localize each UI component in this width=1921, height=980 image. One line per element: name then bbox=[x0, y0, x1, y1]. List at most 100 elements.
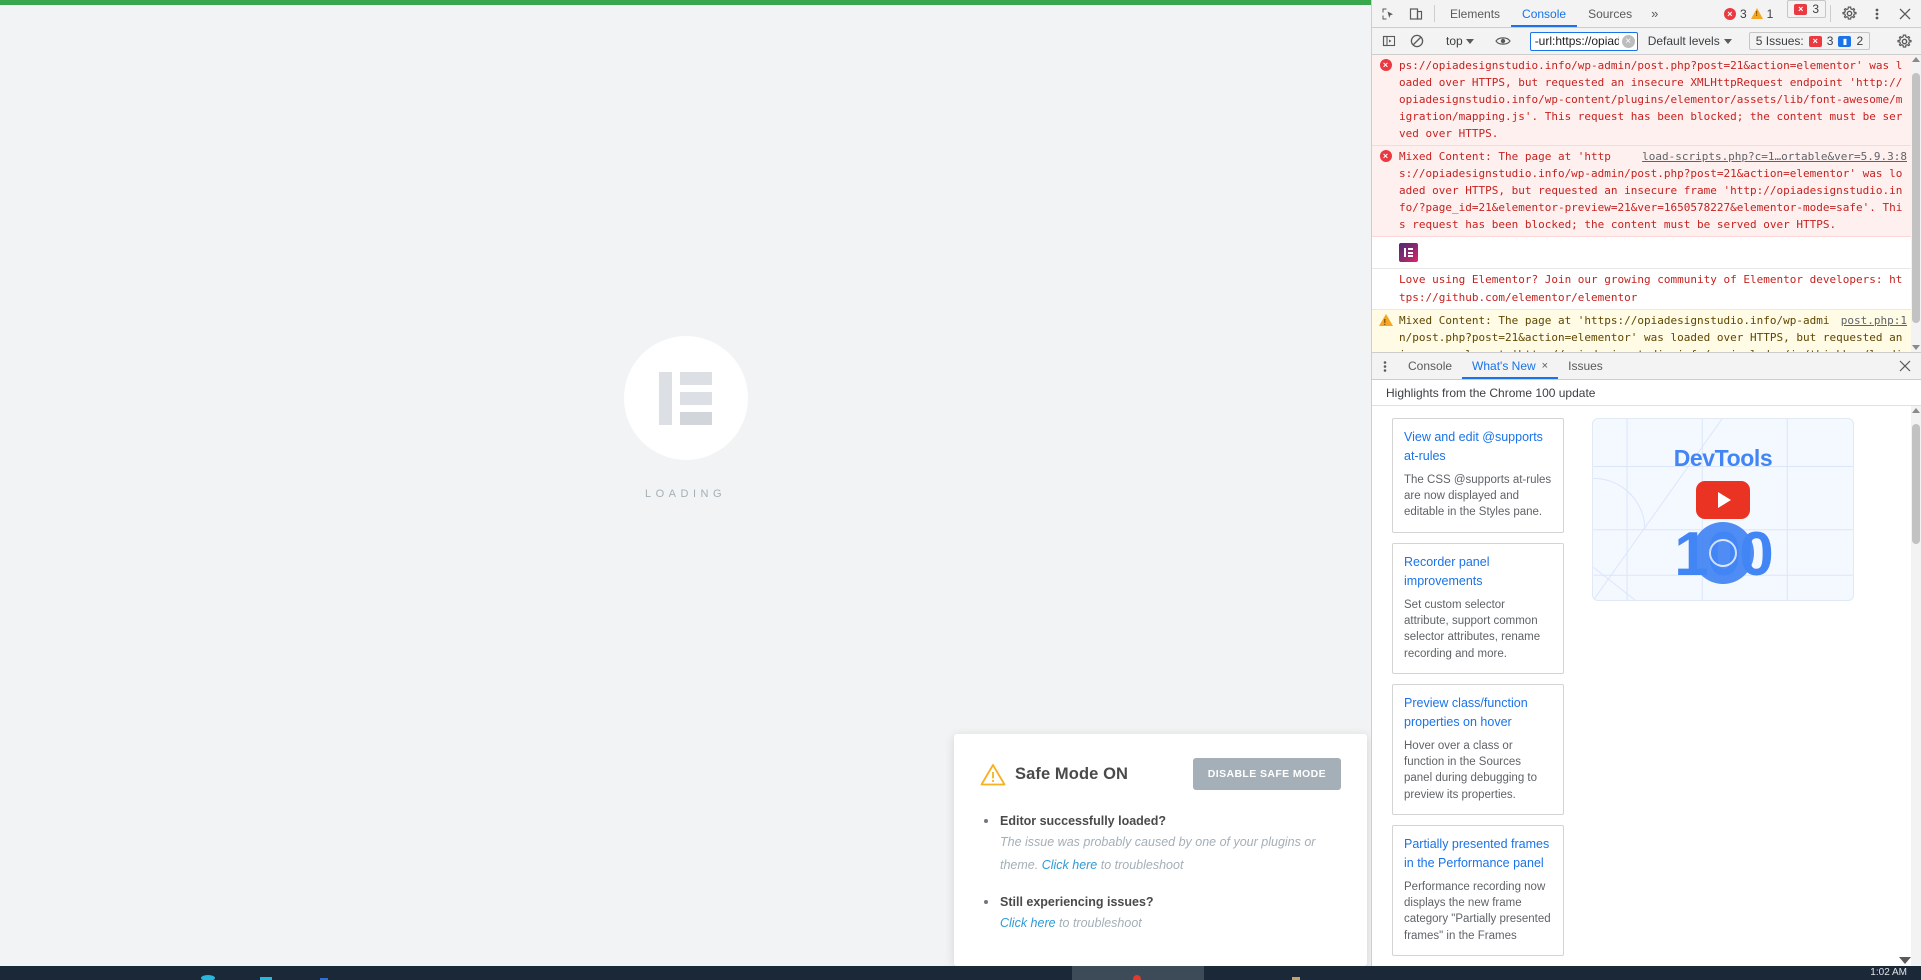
taskbar-app-icon[interactable] bbox=[200, 966, 218, 980]
console-message-source[interactable]: load-scripts.php?c=1…ortable&ver=5.9.3:8 bbox=[1642, 148, 1907, 165]
taskbar: 1:02 AM bbox=[0, 966, 1921, 980]
clear-input-icon[interactable]: × bbox=[1621, 34, 1635, 48]
console-scrollbar[interactable] bbox=[1911, 55, 1921, 353]
more-options-icon[interactable] bbox=[1863, 0, 1891, 27]
console-sidebar-icon[interactable] bbox=[1375, 34, 1403, 48]
card-title[interactable]: Partially presented frames in the Perfor… bbox=[1404, 835, 1552, 874]
banner-title: DevTools bbox=[1673, 445, 1773, 472]
card-title[interactable]: Preview class/function properties on hov… bbox=[1404, 694, 1552, 733]
troubleshoot-link[interactable]: Click here bbox=[1000, 916, 1056, 930]
close-tab-icon[interactable]: × bbox=[1542, 360, 1548, 372]
console-message-source[interactable]: post.php:1 bbox=[1841, 312, 1907, 329]
live-expression-icon[interactable] bbox=[1489, 35, 1517, 47]
whats-new-content[interactable]: View and edit @supports at-rules The CSS… bbox=[1372, 406, 1921, 966]
card-title[interactable]: View and edit @supports at-rules bbox=[1404, 428, 1552, 467]
list-item: Editor successfully loaded? The issue wa… bbox=[980, 812, 1341, 877]
devtools-drawer: Console What's New × Issues Highlights f… bbox=[1372, 353, 1921, 966]
list-item[interactable]: Recorder panel improvements Set custom s… bbox=[1392, 542, 1564, 674]
context-label: top bbox=[1446, 34, 1463, 48]
console-message-text: ps://opiadesignstudio.info/wp-admin/post… bbox=[1399, 59, 1903, 141]
console-message-badge bbox=[1372, 237, 1921, 270]
list-item: Still experiencing issues? Click here to… bbox=[980, 893, 1341, 935]
console-message-error[interactable]: × load-scripts.php?c=1…ortable&ver=5.9.3… bbox=[1372, 146, 1921, 238]
console-scroll-thumb[interactable] bbox=[1912, 73, 1920, 323]
list-item[interactable]: View and edit @supports at-rules The CSS… bbox=[1392, 418, 1564, 533]
safe-mode-list: Editor successfully loaded? The issue wa… bbox=[980, 812, 1341, 935]
drawer-tab-issues[interactable]: Issues bbox=[1558, 353, 1613, 379]
card-title[interactable]: Recorder panel improvements bbox=[1404, 553, 1552, 592]
more-tabs-icon[interactable]: » bbox=[1643, 0, 1666, 27]
devtools-tabbar: Elements Console Sources » × 3 1 × 3 bbox=[1372, 0, 1921, 28]
chevron-down-icon bbox=[1723, 38, 1732, 44]
answer-text-after: to troubleshoot bbox=[1097, 857, 1184, 872]
safe-mode-title: Safe Mode ON bbox=[1015, 764, 1129, 783]
console-settings-icon[interactable] bbox=[1890, 34, 1918, 49]
clear-console-icon[interactable] bbox=[1403, 34, 1431, 48]
taskbar-items bbox=[200, 966, 334, 980]
inspect-element-icon[interactable] bbox=[1374, 0, 1402, 27]
drawer-scroll-thumb[interactable] bbox=[1912, 424, 1920, 545]
issue-badge-icon: × bbox=[1794, 3, 1808, 15]
taskbar-app-icon[interactable] bbox=[258, 966, 276, 980]
devtools-100-banner[interactable]: DevTools 100 bbox=[1592, 418, 1854, 602]
safe-mode-question: Still experiencing issues? bbox=[1000, 895, 1154, 909]
safe-mode-answer: The issue was probably caused by one of … bbox=[1000, 831, 1341, 877]
info-badge-icon: ▮ bbox=[1838, 35, 1852, 47]
issue-badge-icon: × bbox=[1808, 35, 1822, 47]
console-message-warning[interactable]: post.php:1 Mixed Content: The page at 'h… bbox=[1372, 309, 1921, 353]
wordpress-elementor-page: LOADING Safe Mode ON DISABLE SAFE MODE E… bbox=[0, 0, 1371, 966]
safe-mode-answer: Click here to troubleshoot bbox=[1000, 912, 1341, 935]
taskbar-app-icon[interactable] bbox=[1290, 966, 1302, 980]
console-message-text: Mixed Content: The page at 'https://opia… bbox=[1399, 313, 1903, 353]
drawer-tab-label: Console bbox=[1408, 359, 1453, 374]
error-warning-counts[interactable]: × 3 1 bbox=[1716, 0, 1781, 27]
card-description: The CSS @supports at-rules are now displ… bbox=[1404, 473, 1552, 519]
console-message-info[interactable]: Love using Elementor? Join our growing c… bbox=[1372, 269, 1921, 310]
taskbar-clock: 1:02 AM bbox=[1870, 967, 1907, 978]
drawer-tab-whats-new[interactable]: What's New × bbox=[1462, 353, 1559, 380]
device-toolbar-icon[interactable] bbox=[1402, 0, 1430, 27]
list-item[interactable]: Preview class/function properties on hov… bbox=[1392, 683, 1564, 815]
screen: LOADING Safe Mode ON DISABLE SAFE MODE E… bbox=[0, 0, 1921, 980]
chevron-down-icon bbox=[1465, 38, 1474, 44]
tab-console[interactable]: Console bbox=[1511, 0, 1578, 27]
scroll-up-icon[interactable] bbox=[1912, 57, 1920, 62]
gear-icon[interactable] bbox=[1835, 0, 1863, 27]
drawer-scrollbar[interactable] bbox=[1911, 406, 1921, 966]
window-resize-grip-icon[interactable] bbox=[1899, 957, 1911, 964]
log-level-selector[interactable]: Default levels bbox=[1642, 34, 1738, 48]
troubleshoot-link[interactable]: Click here bbox=[1042, 858, 1098, 872]
tab-sources[interactable]: Sources bbox=[1577, 0, 1643, 27]
execution-context-selector[interactable]: top bbox=[1440, 32, 1480, 51]
card-description: Set custom selector attribute, support c… bbox=[1404, 598, 1541, 660]
error-icon: × bbox=[1372, 148, 1399, 233]
console-log-area[interactable]: × ps://opiadesignstudio.info/wp-admin/po… bbox=[1372, 55, 1921, 354]
error-count: 3 bbox=[1739, 6, 1747, 21]
close-icon[interactable] bbox=[1891, 0, 1919, 27]
drawer-tab-console[interactable]: Console bbox=[1398, 353, 1462, 379]
taskbar-app-icon[interactable] bbox=[316, 966, 334, 980]
loading-label: LOADING bbox=[644, 488, 726, 500]
disable-safe-mode-button[interactable]: DISABLE SAFE MODE bbox=[1192, 758, 1341, 790]
issues-count: 3 bbox=[1812, 2, 1819, 16]
console-issues-summary[interactable]: 5 Issues: × 3 ▮ 2 bbox=[1748, 32, 1871, 50]
filter-field-wrapper: × bbox=[1529, 31, 1638, 51]
card-description: Performance recording now displays the n… bbox=[1404, 880, 1551, 942]
tab-elements[interactable]: Elements bbox=[1439, 0, 1511, 27]
whats-new-heading: Highlights from the Chrome 100 update bbox=[1372, 380, 1921, 407]
issues-label: 5 Issues: bbox=[1755, 34, 1804, 48]
close-drawer-icon[interactable] bbox=[1889, 353, 1921, 379]
log-level-label: Default levels bbox=[1647, 34, 1720, 48]
youtube-play-icon[interactable] bbox=[1696, 481, 1750, 520]
scroll-up-icon[interactable] bbox=[1912, 408, 1920, 414]
console-message-text: Love using Elementor? Join our growing c… bbox=[1399, 273, 1903, 304]
console-message-error[interactable]: × ps://opiadesignstudio.info/wp-admin/po… bbox=[1372, 55, 1921, 147]
error-icon: × bbox=[1372, 57, 1399, 142]
taskbar-active-window[interactable] bbox=[1072, 966, 1204, 980]
list-item[interactable]: Partially presented frames in the Perfor… bbox=[1392, 824, 1564, 956]
scroll-down-icon[interactable] bbox=[1912, 345, 1920, 351]
drawer-tabbar: Console What's New × Issues bbox=[1372, 353, 1921, 381]
issues-count-button[interactable]: × 3 bbox=[1787, 0, 1826, 18]
drawer-more-icon[interactable] bbox=[1372, 353, 1398, 379]
